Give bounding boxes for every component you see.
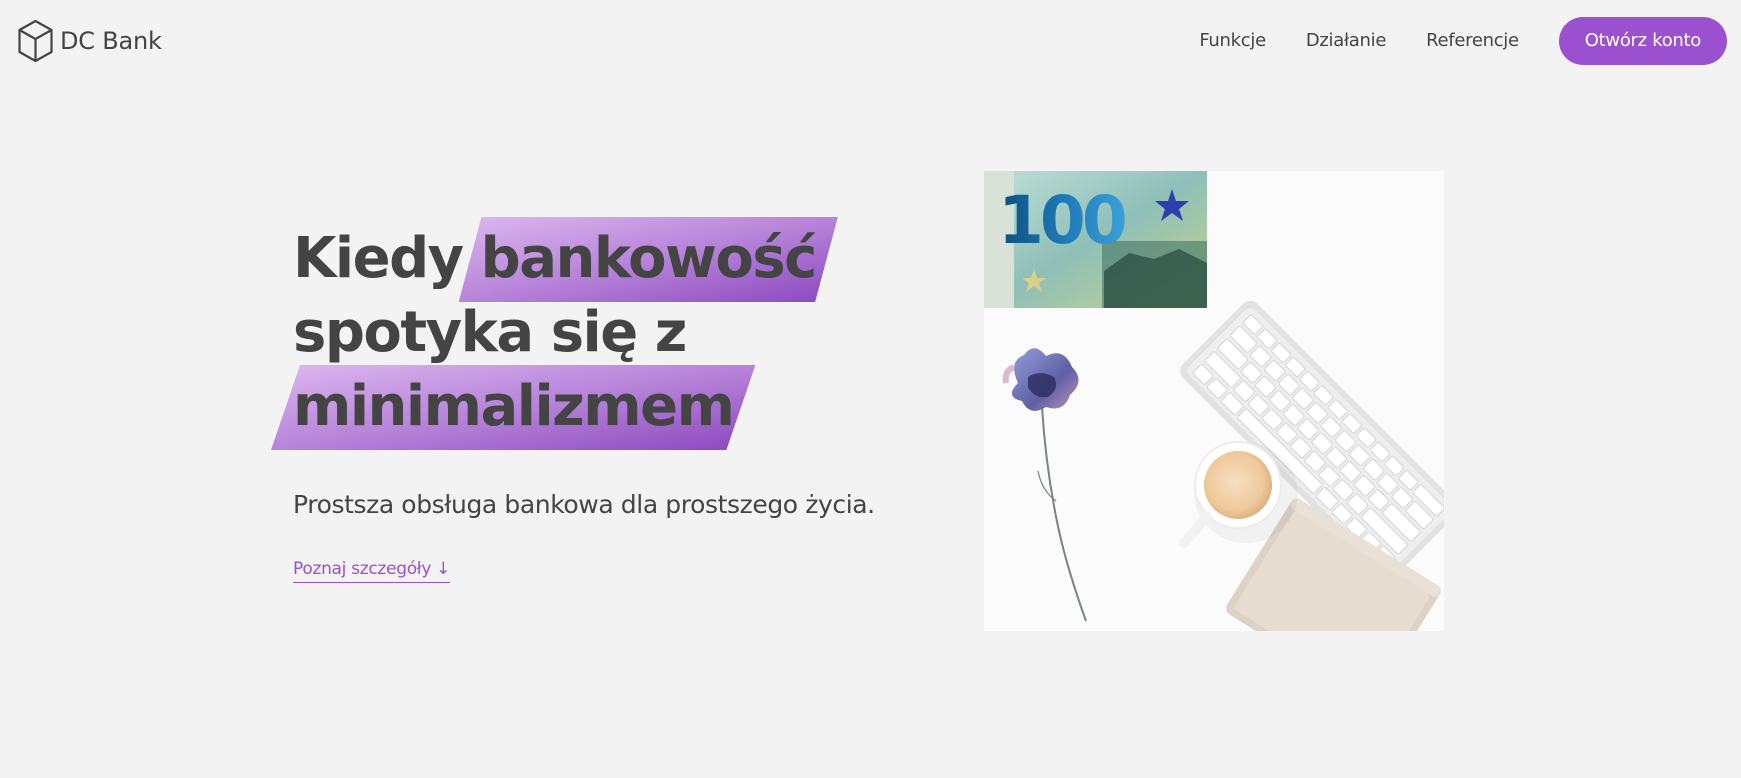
hero-title: Kiedy bankowość spotyka się z minimalizm…	[293, 222, 913, 444]
banknote-keyboard-coffee-flower-image: 100	[984, 171, 1444, 631]
nav-link-referencje[interactable]: Referencje	[1426, 17, 1519, 65]
logo-link[interactable]: DC Bank	[17, 19, 162, 63]
open-account-button[interactable]: Otwórz konto	[1558, 17, 1727, 65]
banknote-number: 100	[998, 182, 1125, 259]
hero-subtitle: Prostsza obsługa bankowa dla prostszego …	[293, 490, 875, 519]
site-header: DC Bank Funkcje Działanie Referencje Otw…	[0, 0, 1741, 82]
nav-link-funkcje[interactable]: Funkcje	[1199, 17, 1266, 65]
banknote-100: 100	[984, 171, 1207, 308]
main-nav: Funkcje Działanie Referencje Otwórz kont…	[1199, 17, 1727, 65]
hero-title-highlight: bankowość	[481, 222, 818, 296]
nav-link-dzialanie[interactable]: Działanie	[1306, 17, 1387, 65]
brand-name: DC Bank	[60, 27, 162, 55]
hero-title-line-3: minimalizmem	[293, 370, 913, 444]
hero-title-word: Kiedy	[293, 226, 464, 291]
hero-title-line-1: Kiedy bankowość	[293, 222, 913, 296]
hero-title-line-2: spotyka się z	[293, 300, 687, 365]
cube-icon	[18, 19, 53, 63]
learn-more-link[interactable]: Poznaj szczegóły ↓	[293, 559, 450, 583]
hero-title-highlight: minimalizmem	[293, 370, 735, 444]
